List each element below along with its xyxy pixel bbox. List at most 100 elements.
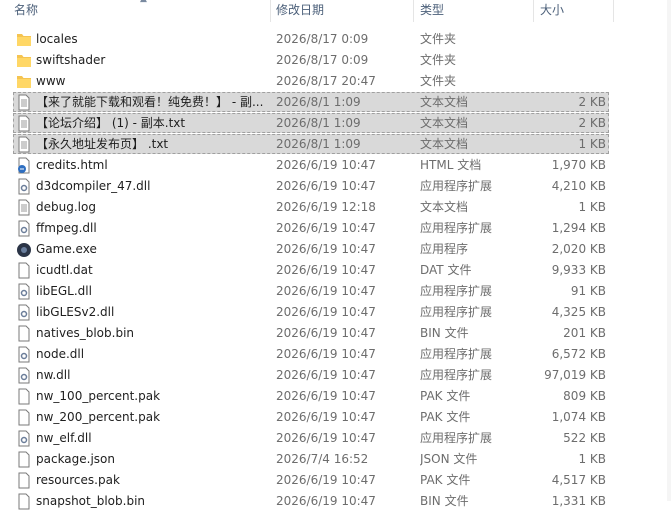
file-name: nw.dll [36,368,71,382]
text-file-icon [16,199,32,216]
file-size [530,29,606,50]
file-name: credits.html [36,158,108,172]
file-name: 【来了就能下载和观看！纯免费！】 - 副... [36,95,264,109]
exe-file-icon [16,241,32,258]
file-date: 2026/6/19 10:47 [276,242,376,256]
file-row[interactable]: natives_blob.bin 2026/6/19 10:47 BIN 文件 201… [0,323,671,344]
file-name: nw_100_percent.pak [36,389,161,403]
file-type: 应用程序扩展 [420,347,493,361]
file-row[interactable]: debug.log 2026/6/19 12:18 文本文档 1 KB [0,197,671,218]
blank-file-icon [16,388,32,405]
file-row[interactable]: swiftshader 2026/8/17 0:09 文件夹 [0,50,671,71]
file-name: nw_elf.dll [36,431,92,445]
blank-file-icon [16,451,32,468]
file-row[interactable]: d3dcompiler_47.dll 2026/6/19 10:47 应用程序扩展 4… [0,176,671,197]
file-date: 2026/6/19 10:47 [276,263,376,277]
file-size: 2,020 KB [551,242,606,256]
file-size: 4,517 KB [551,473,606,487]
file-type: HTML 文档 [420,158,482,172]
file-type: 应用程序扩展 [420,179,493,193]
dll-file-icon [16,178,32,195]
file-size: 1 KB [578,200,606,214]
file-name: natives_blob.bin [36,326,135,340]
folder-icon [16,73,32,90]
file-type: PAK 文件 [420,410,471,424]
column-divider[interactable] [613,0,614,22]
blank-file-icon [16,409,32,426]
file-row[interactable]: nw_elf.dll 2026/6/19 10:47 应用程序扩展 522 KB [0,428,671,449]
file-row[interactable]: locales 2026/8/17 0:09 文件夹 [0,29,671,50]
file-type: 应用程序扩展 [420,368,493,382]
file-size: 1,331 KB [551,494,606,508]
file-type: 应用程序 [420,242,469,256]
file-date: 2026/6/19 10:47 [276,158,376,172]
file-type: 文件夹 [420,53,457,67]
file-type: 应用程序扩展 [420,431,493,445]
blank-file-icon [16,325,32,342]
file-size: 1,970 KB [551,158,606,172]
text-file-icon [16,94,32,111]
file-row[interactable]: libGLESv2.dll 2026/6/19 10:47 应用程序扩展 4,325 … [0,302,671,323]
vertical-scrollbar[interactable] [667,0,671,501]
file-type: DAT 文件 [420,263,472,277]
dll-file-icon [16,283,32,300]
file-list: locales 2026/8/17 0:09 文件夹 swiftshader 2026/… [0,29,671,512]
column-divider[interactable] [533,0,534,22]
file-size: 1,074 KB [551,410,606,424]
file-name: resources.pak [36,473,120,487]
file-size: 2 KB [578,116,606,130]
file-row[interactable]: www 2026/8/17 20:47 文件夹 [0,71,671,92]
column-divider[interactable] [270,0,271,22]
column-header-size[interactable]: 大小 [540,0,564,22]
text-file-icon [16,136,32,153]
file-size: 2 KB [578,95,606,109]
dll-file-icon [16,367,32,384]
blank-file-icon [16,472,32,489]
file-row[interactable]: Game.exe 2026/6/19 10:47 应用程序 2,020 KB [0,239,671,260]
file-date: 2026/6/19 10:47 [276,494,376,508]
file-type: JSON 文件 [420,452,478,466]
file-row[interactable]: nw_100_percent.pak 2026/6/19 10:47 PAK 文件 8… [0,386,671,407]
file-row[interactable]: 【来了就能下载和观看！纯免费！】 - 副... 2026/8/1 1:09 文本文档… [0,92,671,113]
column-header-date[interactable]: 修改日期 [276,0,324,22]
folder-icon [16,52,32,69]
file-row[interactable]: package.json 2026/7/4 16:52 JSON 文件 1 KB [0,449,671,470]
file-name: icudtl.dat [36,263,93,277]
file-row[interactable]: 【永久地址发布页】 .txt 2026/8/1 1:09 文本文档 1 KB [0,134,671,155]
file-row[interactable]: node.dll 2026/6/19 10:47 应用程序扩展 6,572 KB [0,344,671,365]
file-size: 4,325 KB [551,305,606,319]
file-name: Game.exe [36,242,97,256]
dll-file-icon [16,220,32,237]
file-row[interactable]: libEGL.dll 2026/6/19 10:47 应用程序扩展 91 KB [0,281,671,302]
column-header-name[interactable]: 名称 [14,0,38,22]
blank-file-icon [16,493,32,510]
file-row[interactable]: resources.pak 2026/6/19 10:47 PAK 文件 4,517 … [0,470,671,491]
file-size: 91 KB [570,284,606,298]
file-name: www [36,74,66,88]
file-name: libEGL.dll [36,284,92,298]
file-type: 应用程序扩展 [420,305,493,319]
file-row[interactable]: nw_200_percent.pak 2026/6/19 10:47 PAK 文件 1… [0,407,671,428]
file-row[interactable]: icudtl.dat 2026/6/19 10:47 DAT 文件 9,933 KB [0,260,671,281]
file-name: node.dll [36,347,85,361]
column-divider[interactable] [413,0,414,22]
file-size [530,50,606,71]
file-date: 2026/6/19 10:47 [276,431,376,445]
file-type: 文本文档 [420,137,469,151]
sort-arrow-icon: ▲ [140,0,147,4]
file-date: 2026/8/17 20:47 [276,74,376,88]
file-type: 应用程序扩展 [420,284,493,298]
file-row[interactable]: 【论坛介绍】 (1) - 副本.txt 2026/8/1 1:09 文本文档 2 KB [0,113,671,134]
file-row[interactable]: snapshot_blob.bin 2026/6/19 10:47 BIN 文件 1,… [0,491,671,512]
file-name: libGLESv2.dll [36,305,115,319]
file-row[interactable]: ffmpeg.dll 2026/6/19 10:47 应用程序扩展 1,294 KB [0,218,671,239]
file-date: 2026/7/4 16:52 [276,452,369,466]
file-date: 2026/6/19 10:47 [276,179,376,193]
file-size: 1,294 KB [551,221,606,235]
file-row[interactable]: nw.dll 2026/6/19 10:47 应用程序扩展 97,019 KB [0,365,671,386]
column-header-type[interactable]: 类型 [420,0,444,22]
file-row[interactable]: credits.html 2026/6/19 10:47 HTML 文档 1,970 … [0,155,671,176]
file-name: package.json [36,452,116,466]
file-date: 2026/8/1 1:09 [276,95,361,109]
folder-icon [16,31,32,48]
